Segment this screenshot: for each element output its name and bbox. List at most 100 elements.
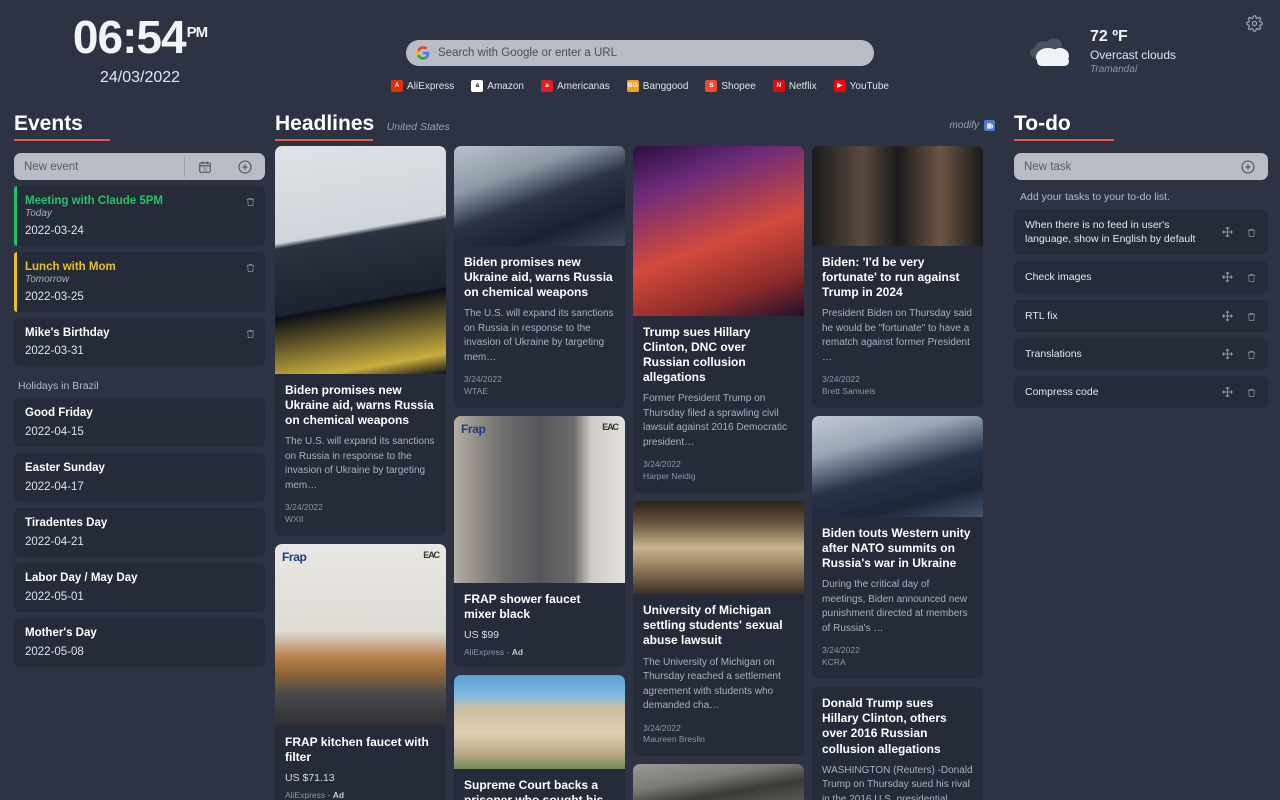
move-icon[interactable] xyxy=(1221,347,1234,360)
shortcut-links: A AliExpress a Amazon a Americanas BG Banggood S… xyxy=(391,80,889,92)
calendar-icon[interactable]: 31 xyxy=(185,160,225,174)
todo-list: When there is no feed in user's language… xyxy=(1014,209,1268,409)
todo-text: Compress code xyxy=(1025,385,1099,398)
todo-item[interactable]: RTL fix xyxy=(1014,299,1268,332)
todo-item[interactable]: Translations xyxy=(1014,337,1268,370)
card-image: Frap ЕАС xyxy=(275,544,446,727)
event-item[interactable]: Lunch with Mom Tomorrow 2022-03-25 xyxy=(14,252,265,312)
headlines-title: Headlines xyxy=(275,112,375,135)
news-card[interactable]: Biden touts Western unity after NATO sum… xyxy=(812,416,983,680)
shortcut-label: Americanas xyxy=(556,80,610,92)
holiday-item: Good Friday 2022-04-15 xyxy=(14,398,265,447)
new-task-bar[interactable]: New task xyxy=(1014,153,1268,180)
card-headline: Biden: 'I'd be very fortunate' to run ag… xyxy=(822,255,960,300)
shortcut-youtube[interactable]: ▶ YouTube xyxy=(833,80,889,92)
card-meta: 3/24/2022 KCRA xyxy=(822,645,973,669)
card-description: The University of Michigan on Thursday r… xyxy=(643,656,781,712)
delete-event-icon[interactable] xyxy=(245,195,256,207)
card-headline: University of Michigan settling students… xyxy=(643,603,783,648)
add-task-button[interactable] xyxy=(1228,159,1268,175)
headlines-region: United States xyxy=(386,121,450,133)
card-meta: 3/24/2022 WTAE xyxy=(464,374,615,398)
card-description: Former President Trump on Thursday filed… xyxy=(643,393,787,448)
news-card[interactable]: Biden promises new Ukraine aid, warns Ru… xyxy=(454,146,625,409)
event-accent xyxy=(14,186,17,246)
news-photo-card[interactable] xyxy=(633,764,804,800)
google-icon xyxy=(416,46,430,60)
shortcut-shopee[interactable]: S Shopee xyxy=(705,80,756,92)
todo-text: Check images xyxy=(1025,271,1092,284)
delete-task-icon[interactable] xyxy=(1246,226,1257,238)
new-task-placeholder: New task xyxy=(1024,160,1072,173)
events-title: Events xyxy=(14,112,83,135)
card-image xyxy=(454,675,625,770)
card-description: During the critical day of meetings, Bid… xyxy=(822,579,968,634)
event-item[interactable]: Mike's Birthday 2022-03-31 xyxy=(14,318,265,366)
card-meta: 3/24/2022 Maureen Breslin xyxy=(643,723,794,747)
move-icon[interactable] xyxy=(1221,271,1234,284)
news-card[interactable]: University of Michigan settling students… xyxy=(633,501,804,757)
shortcut-netflix[interactable]: N Netflix xyxy=(772,80,817,92)
holiday-title: Mother's Day xyxy=(25,627,97,639)
card-description: The U.S. will expand its sanctions on Ru… xyxy=(285,436,435,491)
weather-text: 72 ºF Overcast clouds Tramandaí xyxy=(1090,28,1176,75)
ad-card[interactable]: Frap ЕАС FRAP shower faucet mixer black US … xyxy=(454,416,625,668)
card-image xyxy=(633,764,804,800)
banggood-icon: BG xyxy=(626,80,639,92)
holiday-title: Good Friday xyxy=(25,407,93,419)
modify-feed-button[interactable]: modify xyxy=(950,120,995,131)
news-card[interactable]: Biden promises new Ukraine aid, warns Ru… xyxy=(275,146,446,537)
ad-source: AliExpress - xyxy=(464,647,512,658)
card-description: President Biden on Thursday said he woul… xyxy=(822,308,972,363)
headlines-column: Biden promises new Ukraine aid, warns Ru… xyxy=(454,146,625,800)
todo-header: To-do xyxy=(1014,112,1268,141)
holidays-label: Holidays in Brazil xyxy=(18,380,99,392)
ad-source: AliExpress - xyxy=(285,790,333,800)
shortcut-aliexpress[interactable]: A AliExpress xyxy=(391,80,454,92)
holiday-item: Tiradentes Day 2022-04-21 xyxy=(14,508,265,557)
delete-task-icon[interactable] xyxy=(1246,348,1257,360)
news-card[interactable]: Donald Trump sues Hillary Clinton, other… xyxy=(812,687,983,800)
card-image xyxy=(633,146,804,316)
delete-task-icon[interactable] xyxy=(1246,271,1257,283)
holiday-title: Tiradentes Day xyxy=(25,517,108,529)
ad-card[interactable]: Frap ЕАС FRAP kitchen faucet with filter US… xyxy=(275,544,446,800)
card-date: 3/24/2022 xyxy=(643,722,681,733)
card-source: KCRA xyxy=(822,657,846,668)
news-card[interactable]: Biden: 'I'd be very fortunate' to run ag… xyxy=(812,146,983,409)
todo-item[interactable]: Compress code xyxy=(1014,375,1268,409)
gear-icon[interactable] xyxy=(1246,15,1263,32)
move-icon[interactable] xyxy=(1221,385,1234,398)
shortcut-americanas[interactable]: a Americanas xyxy=(540,80,610,92)
events-list: Meeting with Claude 5PM Today 2022-03-24 Lu… xyxy=(14,186,265,366)
todo-text: RTL fix xyxy=(1025,309,1058,322)
search-input[interactable]: Search with Google or enter a URL xyxy=(406,40,874,66)
move-icon[interactable] xyxy=(1221,226,1234,239)
card-source: WTAE xyxy=(464,386,488,397)
todo-item[interactable]: When there is no feed in user's language… xyxy=(1014,209,1268,256)
news-card[interactable]: Supreme Court backs a prisoner who sough… xyxy=(454,675,625,800)
card-price: US $99 xyxy=(464,629,500,642)
add-event-button[interactable] xyxy=(225,159,265,175)
card-image xyxy=(633,501,804,595)
event-title: Mike's Birthday xyxy=(25,327,110,339)
todo-text: When there is no feed in user's language… xyxy=(1025,219,1196,246)
event-item[interactable]: Meeting with Claude 5PM Today 2022-03-24 xyxy=(14,186,265,246)
todo-item[interactable]: Check images xyxy=(1014,261,1268,294)
delete-event-icon[interactable] xyxy=(245,327,256,339)
delete-event-icon[interactable] xyxy=(245,261,256,273)
shortcut-amazon[interactable]: a Amazon xyxy=(471,80,524,92)
delete-task-icon[interactable] xyxy=(1246,386,1257,398)
card-image xyxy=(454,146,625,246)
holiday-date: 2022-04-21 xyxy=(25,536,84,548)
news-card[interactable]: Trump sues Hillary Clinton, DNC over Rus… xyxy=(633,146,804,494)
card-headline: Donald Trump sues Hillary Clinton, other… xyxy=(822,696,947,756)
shortcut-banggood[interactable]: BG Banggood xyxy=(626,80,689,92)
card-date: 3/24/2022 xyxy=(822,374,860,385)
card-body: University of Michigan settling students… xyxy=(633,594,804,756)
delete-task-icon[interactable] xyxy=(1246,310,1257,322)
headlines-panel: Headlines United States modify Biden pro… xyxy=(275,112,1005,800)
move-icon[interactable] xyxy=(1221,309,1234,322)
shortcut-label: Banggood xyxy=(642,80,689,92)
new-event-bar[interactable]: New event 31 xyxy=(14,153,265,180)
